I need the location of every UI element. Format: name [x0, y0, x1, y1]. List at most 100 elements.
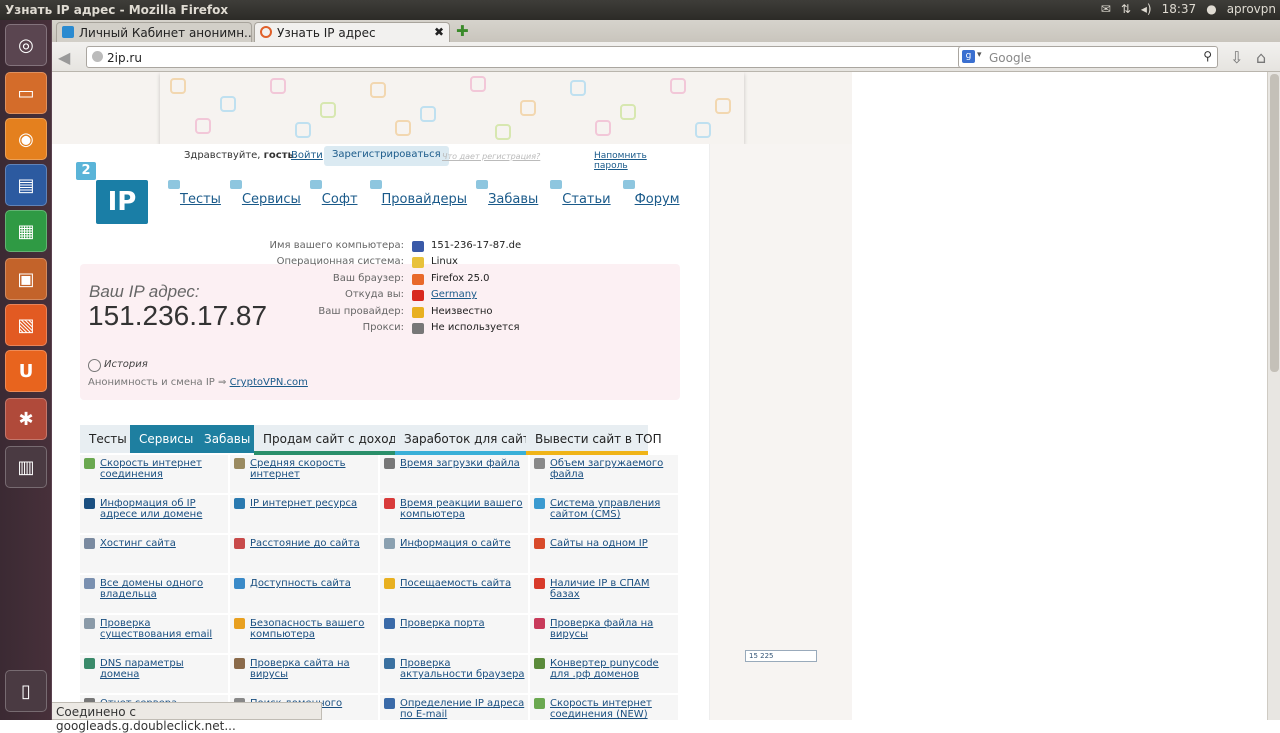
service-icon: [84, 498, 95, 509]
service-link[interactable]: Информация об IP адресе или домене: [100, 498, 226, 520]
calc-icon[interactable]: ▦: [5, 210, 47, 252]
settings-icon[interactable]: ✱: [5, 398, 47, 440]
service-item: Средняя скорость интернет: [230, 455, 378, 493]
service-item: Информация о сайте: [380, 535, 528, 573]
main-menu: Тесты Сервисы Софт Провайдеры Забавы Ста…: [168, 180, 680, 207]
google-icon[interactable]: g: [962, 50, 975, 63]
files-icon[interactable]: ▭: [5, 72, 47, 114]
section-tab[interactable]: Заработок для сайтов: [395, 425, 544, 455]
new-tab-icon[interactable]: ✚: [456, 23, 472, 39]
menu-providers[interactable]: Провайдеры: [369, 180, 467, 207]
menu-articles[interactable]: Статьи: [550, 180, 611, 207]
writer-icon[interactable]: ▤: [5, 164, 47, 206]
service-icon: [534, 498, 545, 509]
home-icon[interactable]: ⌂: [1256, 48, 1266, 67]
clock[interactable]: 18:37: [1162, 2, 1197, 16]
service-link[interactable]: Скорость интернет соединения: [100, 458, 226, 480]
section-tab[interactable]: Продам сайт с доходом: [254, 425, 413, 455]
menu-fun[interactable]: Забавы: [476, 180, 538, 207]
menu-forum[interactable]: Форум: [622, 180, 680, 207]
register-button[interactable]: Зарегистрироваться: [324, 146, 449, 166]
scroll-thumb[interactable]: [1270, 74, 1279, 372]
info-value[interactable]: Germany: [431, 289, 477, 300]
service-link[interactable]: Система управления сайтом (CMS): [550, 498, 676, 520]
service-link[interactable]: Сайты на одном IP: [550, 538, 676, 549]
service-link[interactable]: Время реакции вашего компьютера: [400, 498, 526, 520]
service-item: Расстояние до сайта: [230, 535, 378, 573]
network-icon[interactable]: ⇅: [1121, 2, 1131, 16]
service-link[interactable]: Безопасность вашего компьютера: [250, 618, 376, 640]
tab-strip: Личный Кабинет анонимн... Узнать IP адре…: [52, 20, 1280, 42]
service-link[interactable]: Скорость интернет соединения (NEW): [550, 698, 676, 720]
section-tab[interactable]: Вывести сайт в ТОП: [526, 425, 662, 455]
search-icon[interactable]: ⚲: [1203, 49, 1212, 63]
url-bar[interactable]: 2ip.ru ☆ ▾ ✕: [86, 46, 1004, 68]
menu-services[interactable]: Сервисы: [229, 180, 301, 207]
service-link[interactable]: Наличие IP в СПАМ базах: [550, 578, 676, 600]
service-link[interactable]: Посещаемость сайта: [400, 578, 526, 589]
service-link[interactable]: Информация о сайте: [400, 538, 526, 549]
mail-icon[interactable]: ✉: [1101, 2, 1111, 16]
back-icon[interactable]: ◀: [58, 48, 70, 67]
site-logo[interactable]: 2 IP: [76, 162, 148, 226]
service-link[interactable]: Конвертер punycode для .рф доменов: [550, 658, 676, 680]
cryptovpn-link[interactable]: CryptoVPN.com: [230, 377, 308, 388]
login-link[interactable]: Войти: [291, 150, 323, 161]
logo-number: 2: [76, 162, 96, 180]
info-value: Не используется: [431, 322, 520, 333]
tab-cabinet[interactable]: Личный Кабинет анонимн...: [56, 22, 252, 42]
firefox-icon[interactable]: ◉: [5, 118, 47, 160]
service-link[interactable]: Хостинг сайта: [100, 538, 226, 549]
close-tab-icon[interactable]: ✖: [434, 25, 444, 39]
service-icon: [534, 618, 545, 629]
search-box[interactable]: g ▾ Google ⚲: [958, 46, 1218, 68]
engine-dropdown-icon[interactable]: ▾: [977, 50, 982, 60]
section-tab[interactable]: Тесты: [80, 425, 130, 453]
info-key: Ваш браузер:: [332, 272, 404, 284]
menu-tests[interactable]: Тесты: [168, 180, 221, 207]
section-tab-label: Забавы: [204, 432, 251, 446]
user-name[interactable]: aprovpn: [1227, 2, 1276, 16]
header-banner: [52, 72, 852, 144]
trash-icon[interactable]: ▯: [5, 670, 47, 712]
service-link[interactable]: Проверка актуальности браузера: [400, 658, 526, 680]
loading-icon: [260, 26, 272, 38]
volume-icon[interactable]: ◂): [1141, 2, 1152, 16]
remind-password-link[interactable]: Напомнить пароль: [594, 151, 679, 171]
service-link[interactable]: Проверка файла на вирусы: [550, 618, 676, 640]
impress-icon[interactable]: ▣: [5, 258, 47, 300]
service-icon: [384, 458, 395, 469]
section-tab[interactable]: Сервисы: [130, 425, 195, 453]
service-link[interactable]: DNS параметры домена: [100, 658, 226, 680]
section-tab-label: Заработок для сайтов: [404, 432, 545, 446]
tab-ip[interactable]: Узнать IP адрес ✖: [254, 22, 450, 42]
service-link[interactable]: Расстояние до сайта: [250, 538, 376, 549]
service-link[interactable]: Средняя скорость интернет: [250, 458, 376, 480]
software-center-icon[interactable]: ▧: [5, 304, 47, 346]
checkbox-icon: [62, 26, 74, 38]
tab-label: Личный Кабинет анонимн...: [79, 26, 252, 40]
service-link[interactable]: Все домены одного владельца: [100, 578, 226, 600]
service-link[interactable]: Определение IP адреса по E-mail: [400, 698, 526, 720]
why-register-link[interactable]: Что дает регистрация?: [442, 152, 540, 161]
service-icon: [84, 618, 95, 629]
vertical-scrollbar[interactable]: [1267, 72, 1280, 720]
service-link[interactable]: Объем загружаемого файла: [550, 458, 676, 480]
service-link[interactable]: Проверка порта: [400, 618, 526, 629]
service-link[interactable]: Проверка существования email: [100, 618, 226, 640]
service-icon: [84, 658, 95, 669]
user-icon[interactable]: ●: [1206, 2, 1216, 16]
service-link[interactable]: Проверка сайта на вирусы: [250, 658, 376, 680]
ubuntu-one-icon[interactable]: U: [5, 350, 47, 392]
downloads-icon[interactable]: ⇩: [1230, 48, 1243, 67]
menu-software[interactable]: Софт: [309, 180, 358, 207]
workspaces-icon[interactable]: ▥: [5, 446, 47, 488]
service-link[interactable]: IP интернет ресурса: [250, 498, 376, 509]
section-tabs: Тесты Сервисы Забавы Продам сайт с доходом З…: [80, 425, 680, 455]
service-link[interactable]: Время загрузки файла: [400, 458, 526, 469]
section-tab[interactable]: Забавы: [195, 425, 254, 453]
visit-counter[interactable]: 15 225: [745, 650, 817, 662]
dash-icon[interactable]: ◎: [5, 24, 47, 66]
service-link[interactable]: Доступность сайта: [250, 578, 376, 589]
history-link[interactable]: История: [88, 359, 148, 372]
